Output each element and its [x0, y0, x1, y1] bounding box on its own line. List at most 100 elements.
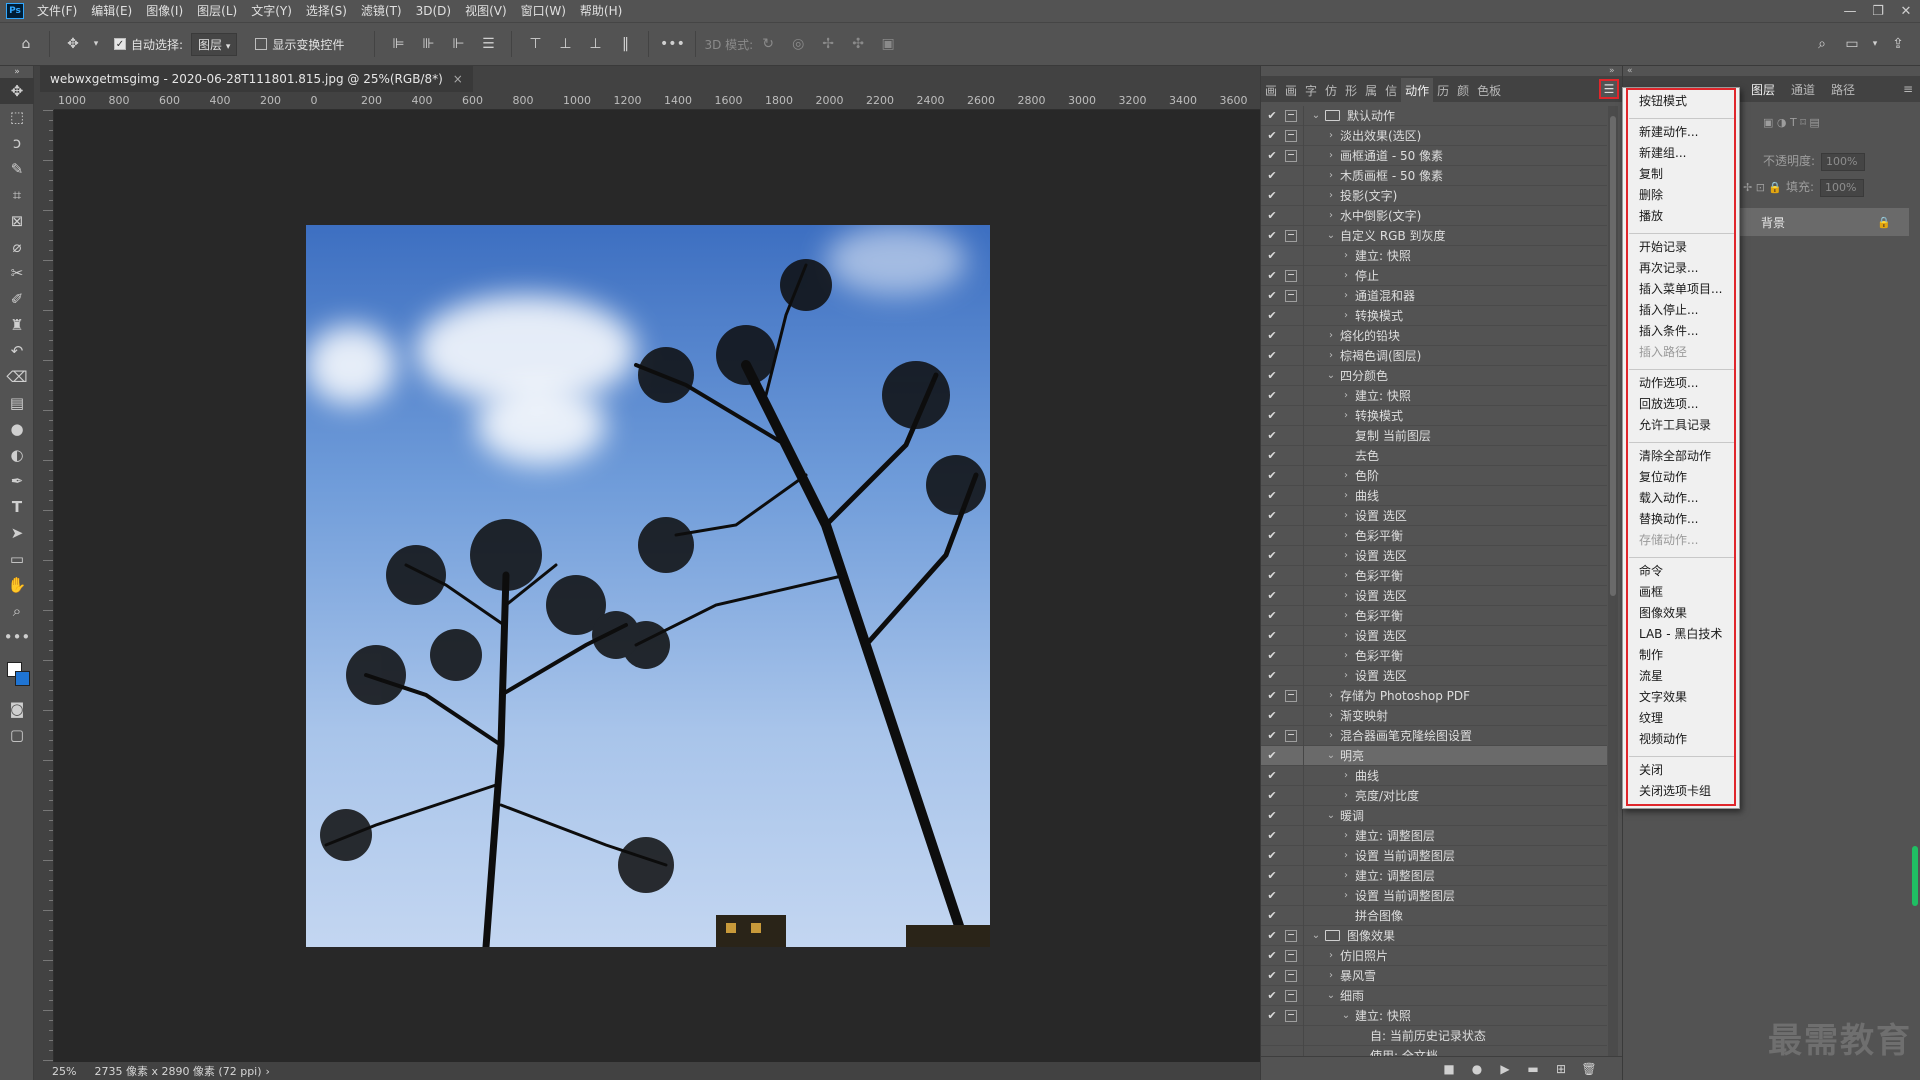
chevron-right-icon[interactable]: › — [1341, 470, 1351, 481]
dialog-toggle-icon[interactable] — [1285, 229, 1297, 242]
chevron-right-icon[interactable]: › — [1341, 770, 1351, 781]
toggle-check-icon[interactable]: ✔ — [1265, 809, 1279, 822]
toggle-check-icon[interactable]: ✔ — [1265, 549, 1279, 562]
action-row[interactable]: ✔ › 设置 选区 — [1261, 626, 1607, 646]
tab-paths[interactable]: 路径 — [1823, 81, 1863, 98]
document-image[interactable] — [306, 225, 990, 947]
toggle-check-icon[interactable]: ✔ — [1265, 429, 1279, 442]
dialog-toggle-icon[interactable] — [1285, 190, 1297, 202]
dialog-toggle-icon[interactable] — [1285, 610, 1297, 622]
scroll-thumb[interactable] — [1610, 116, 1616, 596]
chevron-right-icon[interactable]: › — [1341, 590, 1351, 601]
chevron-down-icon[interactable]: ⌄ — [1326, 370, 1336, 381]
action-row[interactable]: 使用: 全文档 — [1261, 1046, 1607, 1056]
dialog-toggle-icon[interactable] — [1285, 810, 1297, 822]
dialog-toggle-icon[interactable] — [1285, 790, 1297, 802]
dialog-toggle-icon[interactable] — [1285, 450, 1297, 462]
dialog-toggle-icon[interactable] — [1285, 210, 1297, 222]
action-row[interactable]: ✔ › 转换模式 — [1261, 306, 1607, 326]
action-row[interactable]: ✔ › 建立: 快照 — [1261, 246, 1607, 266]
share-icon[interactable]: ⇪ — [1886, 32, 1910, 56]
dialog-toggle-icon[interactable] — [1285, 710, 1297, 722]
panel-menu-button[interactable]: ☰ — [1599, 79, 1619, 99]
type-tool-icon[interactable]: T — [0, 494, 34, 520]
hand-tool-icon[interactable]: ✋ — [0, 572, 34, 598]
menu-item[interactable]: 文件(F) — [30, 0, 84, 22]
move-tool-icon[interactable]: ✥ — [61, 32, 85, 56]
marquee-tool-icon[interactable]: ⬚ — [0, 104, 34, 130]
dialog-toggle-icon[interactable] — [1285, 390, 1297, 402]
minimize-button[interactable]: — — [1836, 0, 1864, 22]
collapse-icon[interactable]: » — [0, 66, 34, 78]
toggle-check-icon[interactable]: ✔ — [1265, 389, 1279, 402]
home-icon[interactable]: ⌂ — [14, 32, 38, 56]
toggle-check-icon[interactable]: ✔ — [1265, 149, 1279, 162]
action-row[interactable]: ✔ ⌄ 暖调 — [1261, 806, 1607, 826]
panel-tab[interactable]: 动作 — [1401, 78, 1434, 102]
panel-tab[interactable]: 颜 — [1453, 78, 1473, 102]
auto-select-checkbox[interactable]: ✓ 自动选择: — [114, 36, 183, 53]
menu-item[interactable]: 文字(Y) — [244, 0, 299, 22]
trash-icon[interactable]: 🗑 — [1575, 1062, 1603, 1076]
chevron-right-icon[interactable]: › — [1326, 970, 1336, 981]
brush-tool-icon[interactable]: ✐ — [0, 286, 34, 312]
actions-scrollbar[interactable] — [1608, 106, 1618, 1056]
dialog-toggle-icon[interactable] — [1285, 590, 1297, 602]
action-row[interactable]: ✔ › 设置 当前调整图层 — [1261, 846, 1607, 866]
panel-tab[interactable]: 仿 — [1321, 78, 1341, 102]
chevron-down-icon[interactable]: ▾ — [1870, 32, 1880, 56]
chevron-right-icon[interactable]: › — [1326, 950, 1336, 961]
chevron-right-icon[interactable]: › — [1341, 310, 1351, 321]
dialog-toggle-icon[interactable] — [1285, 630, 1297, 642]
toggle-check-icon[interactable]: ✔ — [1265, 949, 1279, 962]
chevron-down-icon[interactable]: ⌄ — [1311, 110, 1321, 121]
action-row[interactable]: ✔ ⌄ 四分颜色 — [1261, 366, 1607, 386]
dialog-toggle-icon[interactable] — [1285, 530, 1297, 542]
toggle-check-icon[interactable]: ✔ — [1265, 829, 1279, 842]
lasso-tool-icon[interactable]: ↄ — [0, 130, 34, 156]
dialog-toggle-icon[interactable] — [1285, 410, 1297, 422]
chevron-right-icon[interactable]: › — [1341, 610, 1351, 621]
workspace-icon[interactable]: ▭ — [1840, 32, 1864, 56]
action-row[interactable]: ✔ › 设置 选区 — [1261, 506, 1607, 526]
action-row[interactable]: ✔ › 棕褐色调(图层) — [1261, 346, 1607, 366]
chevron-right-icon[interactable]: › — [1326, 210, 1336, 221]
new-set-icon[interactable]: ▬ — [1519, 1062, 1547, 1076]
toggle-check-icon[interactable]: ✔ — [1265, 969, 1279, 982]
action-row[interactable]: ✔ › 建立: 调整图层 — [1261, 826, 1607, 846]
chevron-right-icon[interactable]: › — [1341, 270, 1351, 281]
screen-mode-icon[interactable]: ▢ — [0, 722, 34, 748]
more-options-icon[interactable]: ••• — [660, 32, 685, 56]
toggle-check-icon[interactable]: ✔ — [1265, 269, 1279, 282]
close-tab-icon[interactable]: × — [453, 72, 463, 86]
quick-mask-icon[interactable]: ◙ — [0, 696, 34, 722]
chevron-right-icon[interactable]: › — [1341, 390, 1351, 401]
panel-tab[interactable]: 字 — [1301, 78, 1321, 102]
action-row[interactable]: ✔ › 建立: 快照 — [1261, 386, 1607, 406]
panel-tab[interactable]: 画 — [1281, 78, 1301, 102]
toggle-check-icon[interactable]: ✔ — [1265, 349, 1279, 362]
toggle-check-icon[interactable]: ✔ — [1265, 529, 1279, 542]
chevron-right-icon[interactable]: › — [1341, 650, 1351, 661]
chevron-down-icon[interactable]: ⌄ — [1326, 230, 1336, 241]
action-row[interactable]: ✔ 拼合图像 — [1261, 906, 1607, 926]
action-row[interactable]: ✔ › 设置 选区 — [1261, 586, 1607, 606]
layer-filter-icons[interactable]: ▣ ◑ T ⌑ ▤ — [1763, 116, 1820, 129]
chevron-right-icon[interactable]: › — [1341, 290, 1351, 301]
pen-tool-icon[interactable]: ✒ — [0, 468, 34, 494]
toggle-check-icon[interactable]: ✔ — [1265, 589, 1279, 602]
dialog-toggle-icon[interactable] — [1285, 490, 1297, 502]
menu-item[interactable]: 窗口(W) — [514, 0, 573, 22]
quick-select-tool-icon[interactable]: ✎ — [0, 156, 34, 182]
action-row[interactable]: ✔ › 画框通道 - 50 像素 — [1261, 146, 1607, 166]
stop-icon[interactable]: ■ — [1435, 1062, 1463, 1076]
close-button[interactable]: ✕ — [1892, 0, 1920, 22]
chevron-right-icon[interactable]: › — [1341, 490, 1351, 501]
dialog-toggle-icon[interactable] — [1285, 729, 1297, 742]
chevron-right-icon[interactable]: › — [1341, 670, 1351, 681]
panel-tab[interactable]: 信 — [1381, 78, 1401, 102]
menu-item[interactable]: 编辑(E) — [84, 0, 139, 22]
toggle-check-icon[interactable]: ✔ — [1265, 929, 1279, 942]
action-row[interactable]: ✔ ⌄ 建立: 快照 — [1261, 1006, 1607, 1026]
chevron-right-icon[interactable]: › — [1341, 630, 1351, 641]
